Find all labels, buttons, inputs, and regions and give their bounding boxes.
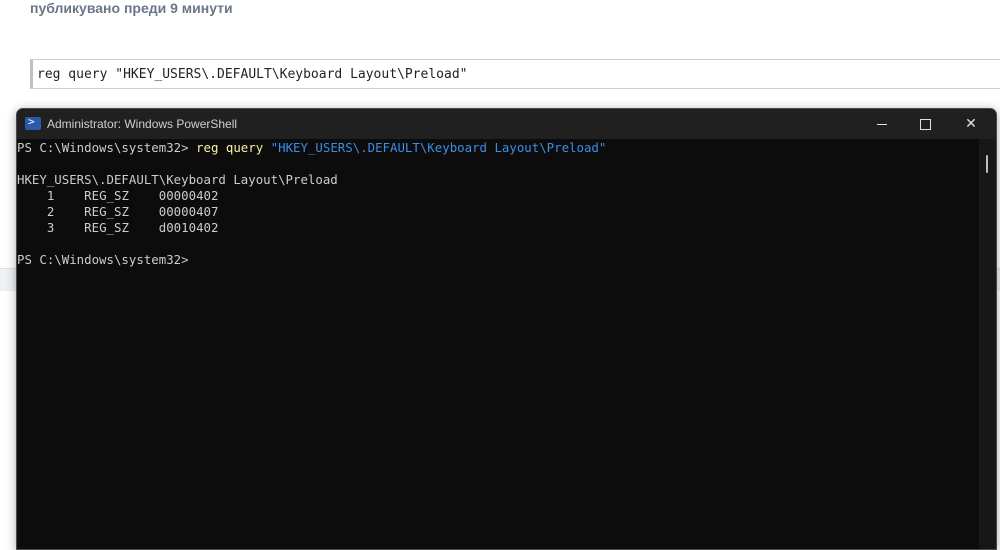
console-output[interactable]: PS C:\Windows\system32> reg query "HKEY_… [17,139,977,549]
code-snippet-text: reg query "HKEY_USERS\.DEFAULT\Keyboard … [37,67,468,82]
window-title: Administrator: Windows PowerShell [47,117,238,131]
post-meta-text: публикувано преди 9 минути [30,0,233,16]
close-button[interactable]: ✕ [948,109,994,139]
entry-type: REG_SZ [84,204,129,219]
close-icon: ✕ [965,116,977,132]
entry-type: REG_SZ [84,188,129,203]
registry-entry: 1 REG_SZ 00000402 [17,188,977,204]
maximize-icon [919,118,931,130]
scrollbar-thumb[interactable] [986,155,988,173]
minimize-button[interactable] [859,109,905,139]
entry-value: 00000407 [158,204,219,219]
console-line-prompt: PS C:\Windows\system32> [17,252,189,267]
powershell-window[interactable]: Administrator: Windows PowerShell ✕ PS C… [16,108,997,550]
registry-key-path: HKEY_USERS\.DEFAULT\Keyboard Layout\Prel… [17,172,338,187]
registry-entry: 2 REG_SZ 00000407 [17,204,977,220]
window-titlebar[interactable]: Administrator: Windows PowerShell ✕ [17,109,996,139]
registry-entry: 3 REG_SZ d0010402 [17,220,977,236]
command-name: reg query [196,140,271,155]
entry-value: 00000402 [158,188,219,203]
entry-value: d0010402 [158,220,219,235]
powershell-icon [25,115,41,130]
prompt-text: PS C:\Windows\system32> [17,140,197,155]
minimize-icon [877,123,887,125]
code-snippet-box[interactable]: reg query "HKEY_USERS\.DEFAULT\Keyboard … [30,59,1000,89]
vertical-scrollbar[interactable] [979,139,996,549]
console-line-command: PS C:\Windows\system32> reg query "HKEY_… [17,140,977,156]
command-argument: "HKEY_USERS\.DEFAULT\Keyboard Layout\Pre… [270,140,607,155]
entry-type: REG_SZ [84,220,129,235]
maximize-button[interactable] [902,109,948,139]
